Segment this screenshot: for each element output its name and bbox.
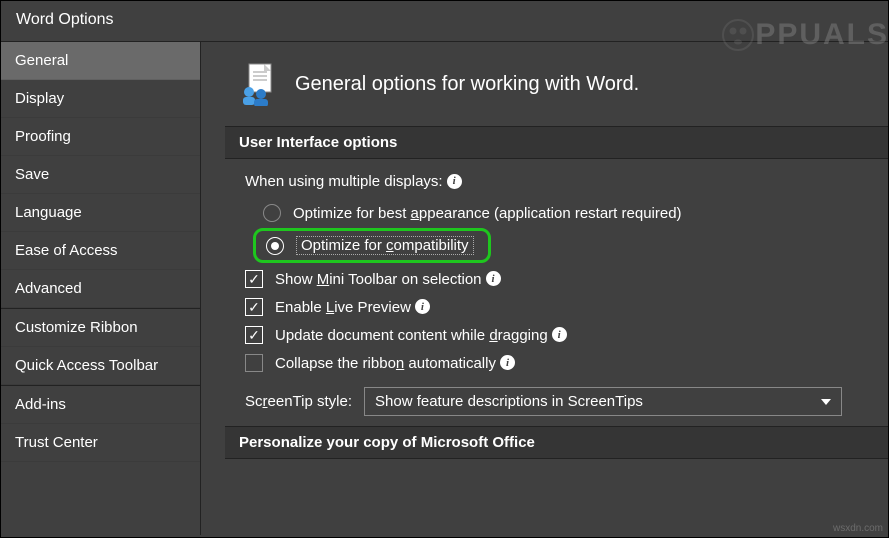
sidebar-item-add-ins[interactable]: Add-ins xyxy=(1,385,200,424)
radio-icon xyxy=(263,204,281,222)
select-value: Show feature descriptions in ScreenTips xyxy=(375,393,643,410)
screentip-style-row: ScreenTip style: Show feature descriptio… xyxy=(245,387,868,416)
checkbox-mini-toolbar[interactable]: Show Mini Toolbar on selectioni xyxy=(245,265,868,293)
radio-optimize-compatibility-highlighted[interactable]: Optimize for compatibility xyxy=(253,228,491,263)
sidebar-item-label: Save xyxy=(15,166,49,183)
radio-label: Optimize for compatibility xyxy=(296,236,474,255)
section-body: When using multiple displays:i Optimize … xyxy=(201,159,888,426)
radio-label: Optimize for best appearance (applicatio… xyxy=(293,205,682,222)
sidebar-item-label: Language xyxy=(15,204,82,221)
sidebar-item-label: Ease of Access xyxy=(15,242,118,259)
sidebar: General Display Proofing Save Language E… xyxy=(1,41,201,535)
info-icon[interactable]: i xyxy=(486,271,501,286)
info-icon[interactable]: i xyxy=(552,327,567,342)
content-area: General Display Proofing Save Language E… xyxy=(1,41,888,535)
info-icon[interactable]: i xyxy=(415,299,430,314)
main-panel: General options for working with Word. U… xyxy=(201,41,888,535)
sidebar-item-trust-center[interactable]: Trust Center xyxy=(1,424,200,462)
checkbox-label: Collapse the ribbon automaticallyi xyxy=(275,355,515,372)
radio-optimize-appearance[interactable]: Optimize for best appearance (applicatio… xyxy=(245,200,868,226)
watermark-logo: PPUALS xyxy=(721,18,889,52)
info-icon[interactable]: i xyxy=(500,355,515,370)
checkbox-live-preview[interactable]: Enable Live Previewi xyxy=(245,293,868,321)
sidebar-item-customize-ribbon[interactable]: Customize Ribbon xyxy=(1,308,200,347)
sidebar-item-display[interactable]: Display xyxy=(1,80,200,118)
page-header: General options for working with Word. xyxy=(201,42,888,126)
checkbox-icon xyxy=(245,326,263,344)
sidebar-item-label: Proofing xyxy=(15,128,71,145)
watermark-small: wsxdn.com xyxy=(833,523,883,534)
checkbox-label: Show Mini Toolbar on selectioni xyxy=(275,271,501,288)
sidebar-item-quick-access-toolbar[interactable]: Quick Access Toolbar xyxy=(1,347,200,385)
checkbox-collapse-ribbon[interactable]: Collapse the ribbon automaticallyi xyxy=(245,349,868,377)
sidebar-item-ease-of-access[interactable]: Ease of Access xyxy=(1,232,200,270)
sidebar-item-label: Trust Center xyxy=(15,434,98,451)
checkbox-update-dragging[interactable]: Update document content while draggingi xyxy=(245,321,868,349)
word-options-window: Word Options General Display Proofing Sa… xyxy=(0,0,889,538)
sidebar-item-advanced[interactable]: Advanced xyxy=(1,270,200,308)
multiple-displays-label: When using multiple displays:i xyxy=(245,173,868,190)
checkbox-icon xyxy=(245,298,263,316)
sidebar-item-save[interactable]: Save xyxy=(1,156,200,194)
sidebar-item-general[interactable]: General xyxy=(1,42,200,80)
screentip-label: ScreenTip style: xyxy=(245,393,352,410)
sidebar-item-label: Customize Ribbon xyxy=(15,319,138,336)
radio-icon xyxy=(266,237,284,255)
watermark-icon xyxy=(721,18,755,52)
checkbox-icon xyxy=(245,354,263,372)
sidebar-item-language[interactable]: Language xyxy=(1,194,200,232)
screentip-style-select[interactable]: Show feature descriptions in ScreenTips xyxy=(364,387,842,416)
section-personalize-office: Personalize your copy of Microsoft Offic… xyxy=(225,426,888,459)
sidebar-item-label: Quick Access Toolbar xyxy=(15,357,158,374)
chevron-down-icon xyxy=(821,399,831,405)
section-user-interface-options: User Interface options xyxy=(225,126,888,159)
checkbox-label: Update document content while draggingi xyxy=(275,327,567,344)
sidebar-item-label: Add-ins xyxy=(15,396,66,413)
checkbox-label: Enable Live Previewi xyxy=(275,299,430,316)
general-options-icon xyxy=(239,62,279,106)
checkbox-icon xyxy=(245,270,263,288)
page-title: General options for working with Word. xyxy=(295,73,639,96)
sidebar-item-label: Display xyxy=(15,90,64,107)
sidebar-item-proofing[interactable]: Proofing xyxy=(1,118,200,156)
info-icon[interactable]: i xyxy=(447,174,462,189)
sidebar-item-label: General xyxy=(15,52,68,69)
sidebar-item-label: Advanced xyxy=(15,280,82,297)
